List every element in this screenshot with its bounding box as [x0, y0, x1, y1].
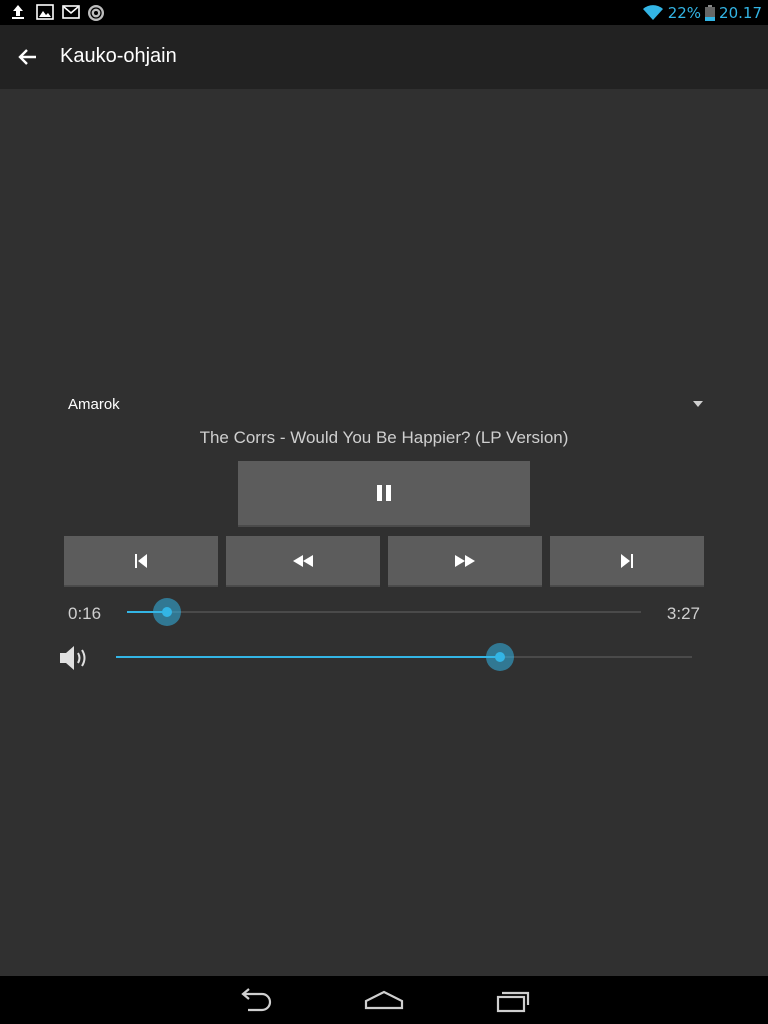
elapsed-time: 0:16	[68, 604, 102, 623]
player-dropdown[interactable]: Amarok	[64, 390, 706, 420]
volume-icon[interactable]	[58, 643, 92, 673]
nav-home-icon[interactable]	[360, 984, 408, 1016]
nav-recent-apps-icon[interactable]	[490, 984, 538, 1016]
selected-player: Amarok	[68, 396, 120, 413]
upload-icon	[12, 5, 24, 19]
skip-next-icon	[621, 553, 633, 568]
battery-icon	[705, 5, 716, 21]
now-playing-title: The Corrs - Would You Be Happier? (LP Ve…	[199, 428, 569, 447]
back-arrow-icon[interactable]	[12, 41, 44, 73]
action-bar: Kauko-ohjain	[0, 25, 768, 89]
radio-icon	[88, 5, 104, 21]
fast-forward-icon	[455, 554, 475, 567]
previous-track-button[interactable]	[64, 536, 218, 587]
wifi-icon	[642, 5, 663, 20]
volume-level	[116, 656, 501, 658]
dropdown-arrow-icon	[693, 401, 703, 407]
volume-thumb[interactable]	[486, 643, 515, 671]
pause-icon	[377, 485, 391, 501]
navigation-bar	[0, 976, 768, 1024]
skip-previous-icon	[135, 553, 147, 568]
seek-bar[interactable]	[127, 598, 641, 626]
status-bar: 22% 20.17	[0, 0, 768, 25]
gmail-icon	[62, 5, 80, 19]
next-track-button[interactable]	[550, 536, 704, 587]
clock: 20.17	[719, 4, 762, 22]
total-time: 3:27	[666, 604, 700, 623]
volume-slider[interactable]	[116, 643, 692, 671]
nav-back-icon[interactable]	[232, 984, 280, 1016]
image-icon	[36, 4, 54, 20]
rewind-icon	[293, 554, 313, 567]
page-title: Kauko-ohjain	[60, 45, 177, 67]
battery-percent: 22%	[667, 4, 702, 22]
seek-thumb[interactable]	[152, 598, 181, 626]
pause-button[interactable]	[238, 461, 530, 527]
status-indicators: 22% 20.17	[642, 3, 762, 23]
fast-forward-button[interactable]	[388, 536, 542, 587]
rewind-button[interactable]	[226, 536, 380, 587]
